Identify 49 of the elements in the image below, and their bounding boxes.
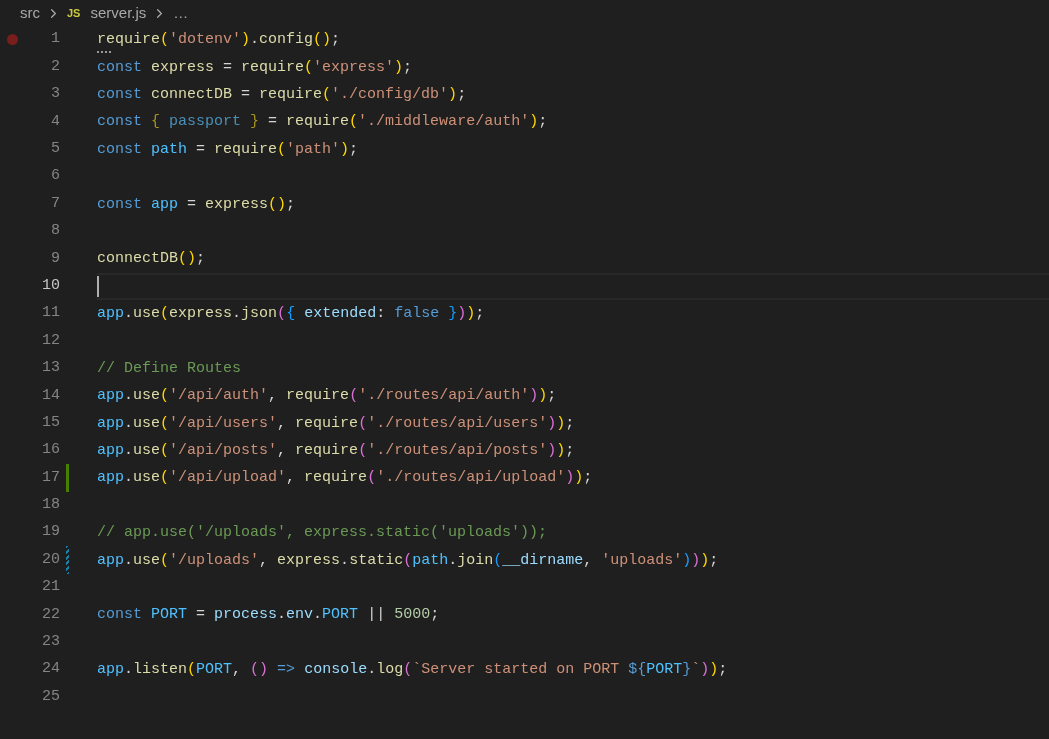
code-line: // Define Routes [97, 359, 242, 377]
code-line: const connectDB = require('./config/db'); [97, 85, 467, 103]
line-number: 1 [50, 29, 60, 50]
breadcrumb-folder[interactable]: src [20, 1, 40, 25]
line-number: 22 [41, 604, 60, 625]
line-number: 13 [41, 358, 60, 379]
code-line: const app = express(); [97, 195, 296, 213]
line-number: 11 [41, 303, 60, 324]
modified-line-marker[interactable] [66, 546, 69, 574]
code-line: const path = require('path'); [97, 140, 359, 158]
code-line: const express = require('express'); [97, 58, 413, 76]
line-number: 21 [41, 577, 60, 598]
line-number: 23 [41, 632, 60, 653]
hint-dots-icon[interactable] [97, 51, 111, 54]
line-number: 15 [41, 412, 60, 433]
code-line: app.use('/api/users', require('./routes/api/users')); [97, 414, 575, 432]
line-number: 20 [41, 549, 60, 570]
code-line: connectDB(); [97, 250, 206, 268]
added-line-marker[interactable] [66, 464, 69, 492]
code-line: const { passport } = require('./middleware/auth'); [97, 113, 548, 131]
code-line: app.use('/api/auth', require('./routes/api/auth')); [97, 387, 557, 405]
line-number: 17 [41, 467, 60, 488]
line-number: 12 [41, 330, 60, 351]
breadcrumb-more[interactable]: … [173, 1, 189, 25]
code-line: const PORT = process.env.PORT || 5000; [97, 606, 440, 624]
line-number: 5 [50, 139, 60, 159]
code-line: // app.use('/uploads', express.static('uploads')); [97, 524, 548, 542]
code-line: app.use('/api/posts', require('./routes/api/posts')); [97, 442, 575, 460]
code-line: app.use(express.json({ extended: false })); [97, 305, 485, 323]
line-number: 2 [50, 56, 60, 77]
line-number: 14 [41, 385, 60, 406]
code-line: app.use('/uploads', express.static(path.join(__dirname, 'uploads'))); [97, 551, 719, 569]
breadcrumb-file[interactable]: server.js [90, 1, 147, 25]
line-number: 24 [41, 659, 60, 680]
line-number: 3 [50, 84, 60, 105]
code-line: require('dotenv').config(); [97, 31, 341, 49]
line-number: 25 [41, 686, 60, 707]
line-number: 4 [50, 111, 60, 132]
code-line: app.use('/api/upload', require('./routes/api/upload')); [97, 469, 593, 487]
line-number: 8 [50, 221, 60, 242]
line-number: 19 [41, 522, 60, 543]
line-number: 16 [41, 440, 60, 461]
line-number: 18 [41, 495, 60, 516]
javascript-file-icon: JS [67, 4, 81, 22]
line-number: 7 [50, 193, 60, 214]
line-number: 10 [41, 275, 60, 296]
code-line: app.listen(PORT, () => console.log(`Server started on PORT ${PORT}`)); [97, 661, 728, 679]
line-number: 9 [50, 248, 60, 269]
line-number: 6 [50, 166, 60, 187]
